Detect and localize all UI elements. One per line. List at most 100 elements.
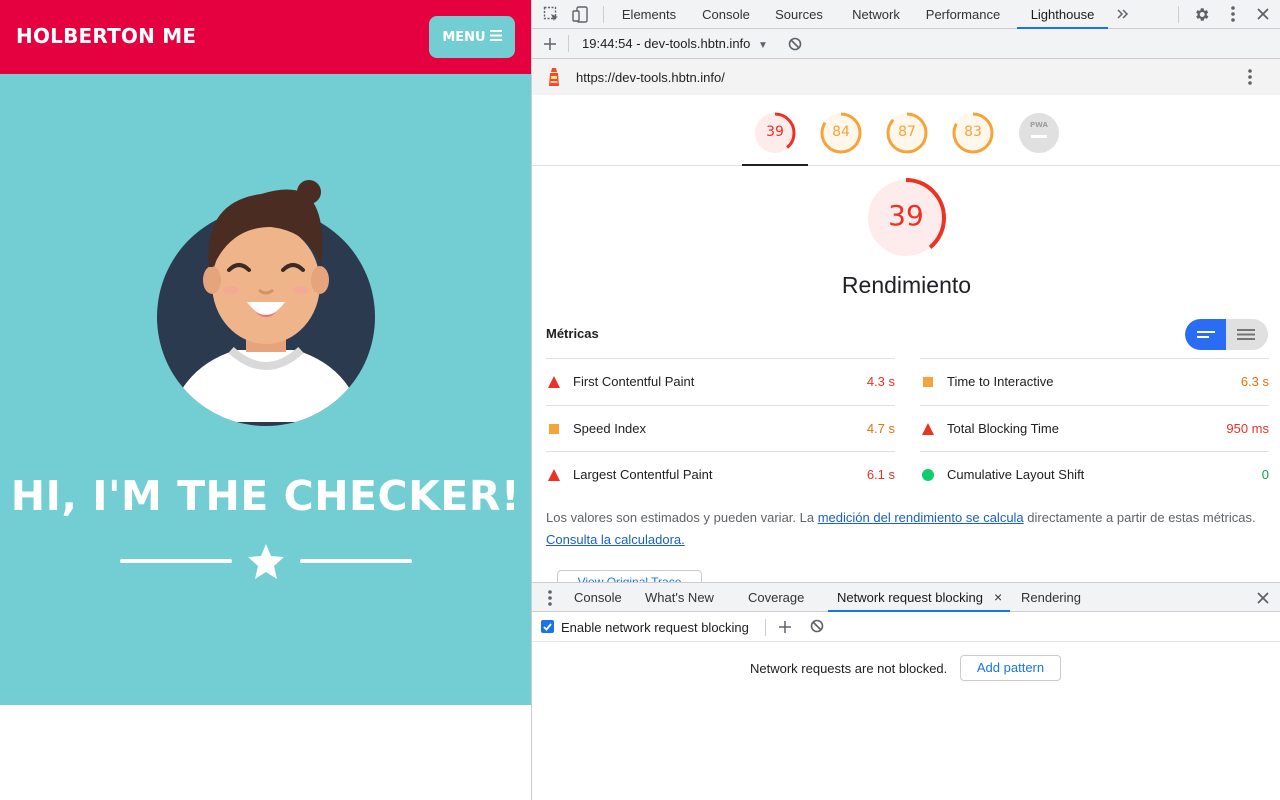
menu-label: MENU: [442, 29, 486, 45]
drawer-tab-network-request-blocking[interactable]: Network request blocking ×: [828, 583, 1010, 612]
metrics-column-left: First Contentful Paint 4.3 s Speed Index…: [546, 358, 895, 498]
add-pattern-icon[interactable]: [779, 620, 791, 638]
dropdown-caret-icon: ▼: [758, 40, 768, 51]
devtools-tabbar: Elements Console Sources Network Perform…: [532, 0, 1280, 29]
lighthouse-toolbar: 19:44:54 - dev-tools.hbtn.info ▼: [532, 29, 1280, 59]
average-square-icon: [923, 377, 933, 387]
gauge-pwa-label: PWA: [1030, 121, 1048, 129]
website-viewport: HOLBERTON ME MENU HI, I'M THE CHECKER!: [0, 0, 531, 800]
metrics-column-right: Time to Interactive 6.3 s Total Blocking…: [920, 358, 1269, 498]
fail-triangle-icon: [922, 422, 934, 435]
metric-name: First Contentful Paint: [573, 374, 695, 389]
checker-avatar: [157, 180, 375, 426]
report-menu-icon[interactable]: [1248, 69, 1252, 90]
settings-gear-icon[interactable]: [1191, 4, 1211, 24]
metrics-note: Los valores son estimados y pueden varia…: [546, 507, 1266, 551]
metric-row: Largest Contentful Paint 6.1 s: [546, 451, 895, 498]
more-tabs-icon[interactable]: [1113, 4, 1133, 24]
gauge-best-practices-score: 87: [898, 124, 916, 140]
drawer-tabbar: Console What's New Coverage Network requ…: [532, 582, 1280, 612]
metric-value: 950 ms: [1226, 420, 1269, 436]
performance-score: 39: [888, 199, 924, 232]
view-details-toggle[interactable]: [1226, 319, 1268, 350]
hero-title: HI, I'M THE CHECKER!: [10, 472, 521, 520]
hero-section: HI, I'M THE CHECKER!: [0, 74, 531, 705]
clear-reports-icon[interactable]: [785, 34, 805, 54]
drawer-tab-label: Network request blocking: [837, 590, 983, 605]
site-header: HOLBERTON ME MENU: [0, 0, 531, 74]
metrics-view-toggle: [1185, 319, 1268, 350]
add-report-icon[interactable]: [540, 34, 560, 54]
note-text: Los valores son estimados y pueden varia…: [546, 510, 818, 525]
fail-triangle-icon: [548, 469, 560, 481]
tab-sources[interactable]: Sources: [770, 0, 828, 29]
metric-name: Time to Interactive: [947, 374, 1054, 389]
device-toggle-icon[interactable]: [570, 4, 590, 24]
score-calculation-link[interactable]: medición del rendimiento se calcula: [818, 510, 1024, 525]
drawer-menu-icon[interactable]: [548, 590, 552, 611]
devtools-drawer: Console What's New Coverage Network requ…: [532, 582, 1280, 800]
metric-value: 4.7 s: [866, 420, 895, 436]
inspect-element-icon[interactable]: [541, 4, 561, 24]
add-pattern-button[interactable]: Add pattern: [960, 655, 1061, 681]
close-devtools-icon[interactable]: [1253, 4, 1273, 24]
view-summary-toggle[interactable]: [1185, 319, 1226, 350]
gauge-accessibility-score: 84: [832, 124, 850, 140]
active-gauge-indicator: [742, 164, 808, 166]
tab-console[interactable]: Console: [696, 0, 756, 29]
metric-row: First Contentful Paint 4.3 s: [546, 358, 895, 405]
blocking-toolbar: Enable network request blocking: [532, 612, 1280, 642]
metric-name: Speed Index: [573, 420, 647, 436]
calculator-link[interactable]: Consulta la calculadora.: [546, 532, 685, 547]
star-icon: [248, 544, 284, 579]
remove-all-patterns-icon[interactable]: [810, 619, 824, 638]
metric-row: Time to Interactive 6.3 s: [920, 358, 1269, 405]
star-divider: [120, 544, 412, 579]
site-brand[interactable]: HOLBERTON ME: [16, 24, 196, 48]
tab-lighthouse[interactable]: Lighthouse: [1017, 0, 1108, 29]
gauge-seo-score: 83: [964, 124, 982, 140]
performance-gauge: 39: [865, 177, 947, 259]
menu-button[interactable]: MENU: [429, 16, 515, 58]
enable-blocking-checkbox[interactable]: [541, 620, 554, 633]
gauge-accessibility[interactable]: 84: [819, 111, 863, 155]
lighthouse-url-bar: https://dev-tools.hbtn.info/: [532, 59, 1280, 95]
metric-value: 4.3 s: [866, 374, 895, 389]
no-blocked-requests-message: Network requests are not blocked.: [750, 661, 948, 676]
tab-performance[interactable]: Performance: [922, 0, 1004, 29]
gauge-best-practices[interactable]: 87: [885, 111, 929, 155]
metric-row: Cumulative Layout Shift 0: [920, 451, 1269, 498]
gauge-performance-score: 39: [766, 124, 784, 140]
tab-network[interactable]: Network: [845, 0, 907, 29]
drawer-tab-console[interactable]: Console: [574, 583, 622, 612]
gauge-pwa[interactable]: PWA: [1017, 111, 1061, 155]
metric-value: 6.1 s: [866, 467, 895, 482]
tab-elements[interactable]: Elements: [616, 0, 682, 29]
metric-value: 6.3 s: [1240, 374, 1269, 389]
report-selector-value: 19:44:54 - dev-tools.hbtn.info: [582, 36, 751, 51]
audited-url[interactable]: https://dev-tools.hbtn.info/: [576, 70, 725, 85]
drawer-tab-whats-new[interactable]: What's New: [645, 583, 714, 612]
lighthouse-logo-icon: [546, 68, 562, 86]
hamburger-icon: [489, 29, 502, 45]
metric-row: Speed Index 4.7 s: [546, 404, 895, 452]
metric-name: Total Blocking Time: [947, 420, 1059, 436]
metric-row: Total Blocking Time 950 ms: [920, 404, 1269, 452]
drawer-tab-coverage[interactable]: Coverage: [748, 583, 804, 612]
note-text: directamente a partir de estas métricas.: [1023, 510, 1256, 525]
enable-blocking-label[interactable]: Enable network request blocking: [561, 620, 749, 635]
metric-name: Cumulative Layout Shift: [947, 467, 1085, 482]
metric-name: Largest Contentful Paint: [573, 467, 713, 482]
gauge-seo[interactable]: 83: [951, 111, 995, 155]
average-square-icon: [549, 423, 559, 434]
drawer-tab-rendering[interactable]: Rendering: [1021, 583, 1081, 612]
fail-triangle-icon: [548, 376, 560, 388]
category-gauges: 39 84 87 83 PWA: [532, 95, 1280, 166]
gauge-performance[interactable]: 39: [753, 111, 797, 155]
report-selector[interactable]: 19:44:54 - dev-tools.hbtn.info ▼: [582, 36, 768, 51]
category-title: Rendimiento: [841, 272, 972, 298]
metrics-heading: Métricas: [546, 326, 599, 341]
close-tab-icon[interactable]: ×: [994, 583, 1002, 612]
close-drawer-icon[interactable]: [1257, 591, 1269, 609]
customize-menu-icon[interactable]: [1223, 4, 1243, 24]
